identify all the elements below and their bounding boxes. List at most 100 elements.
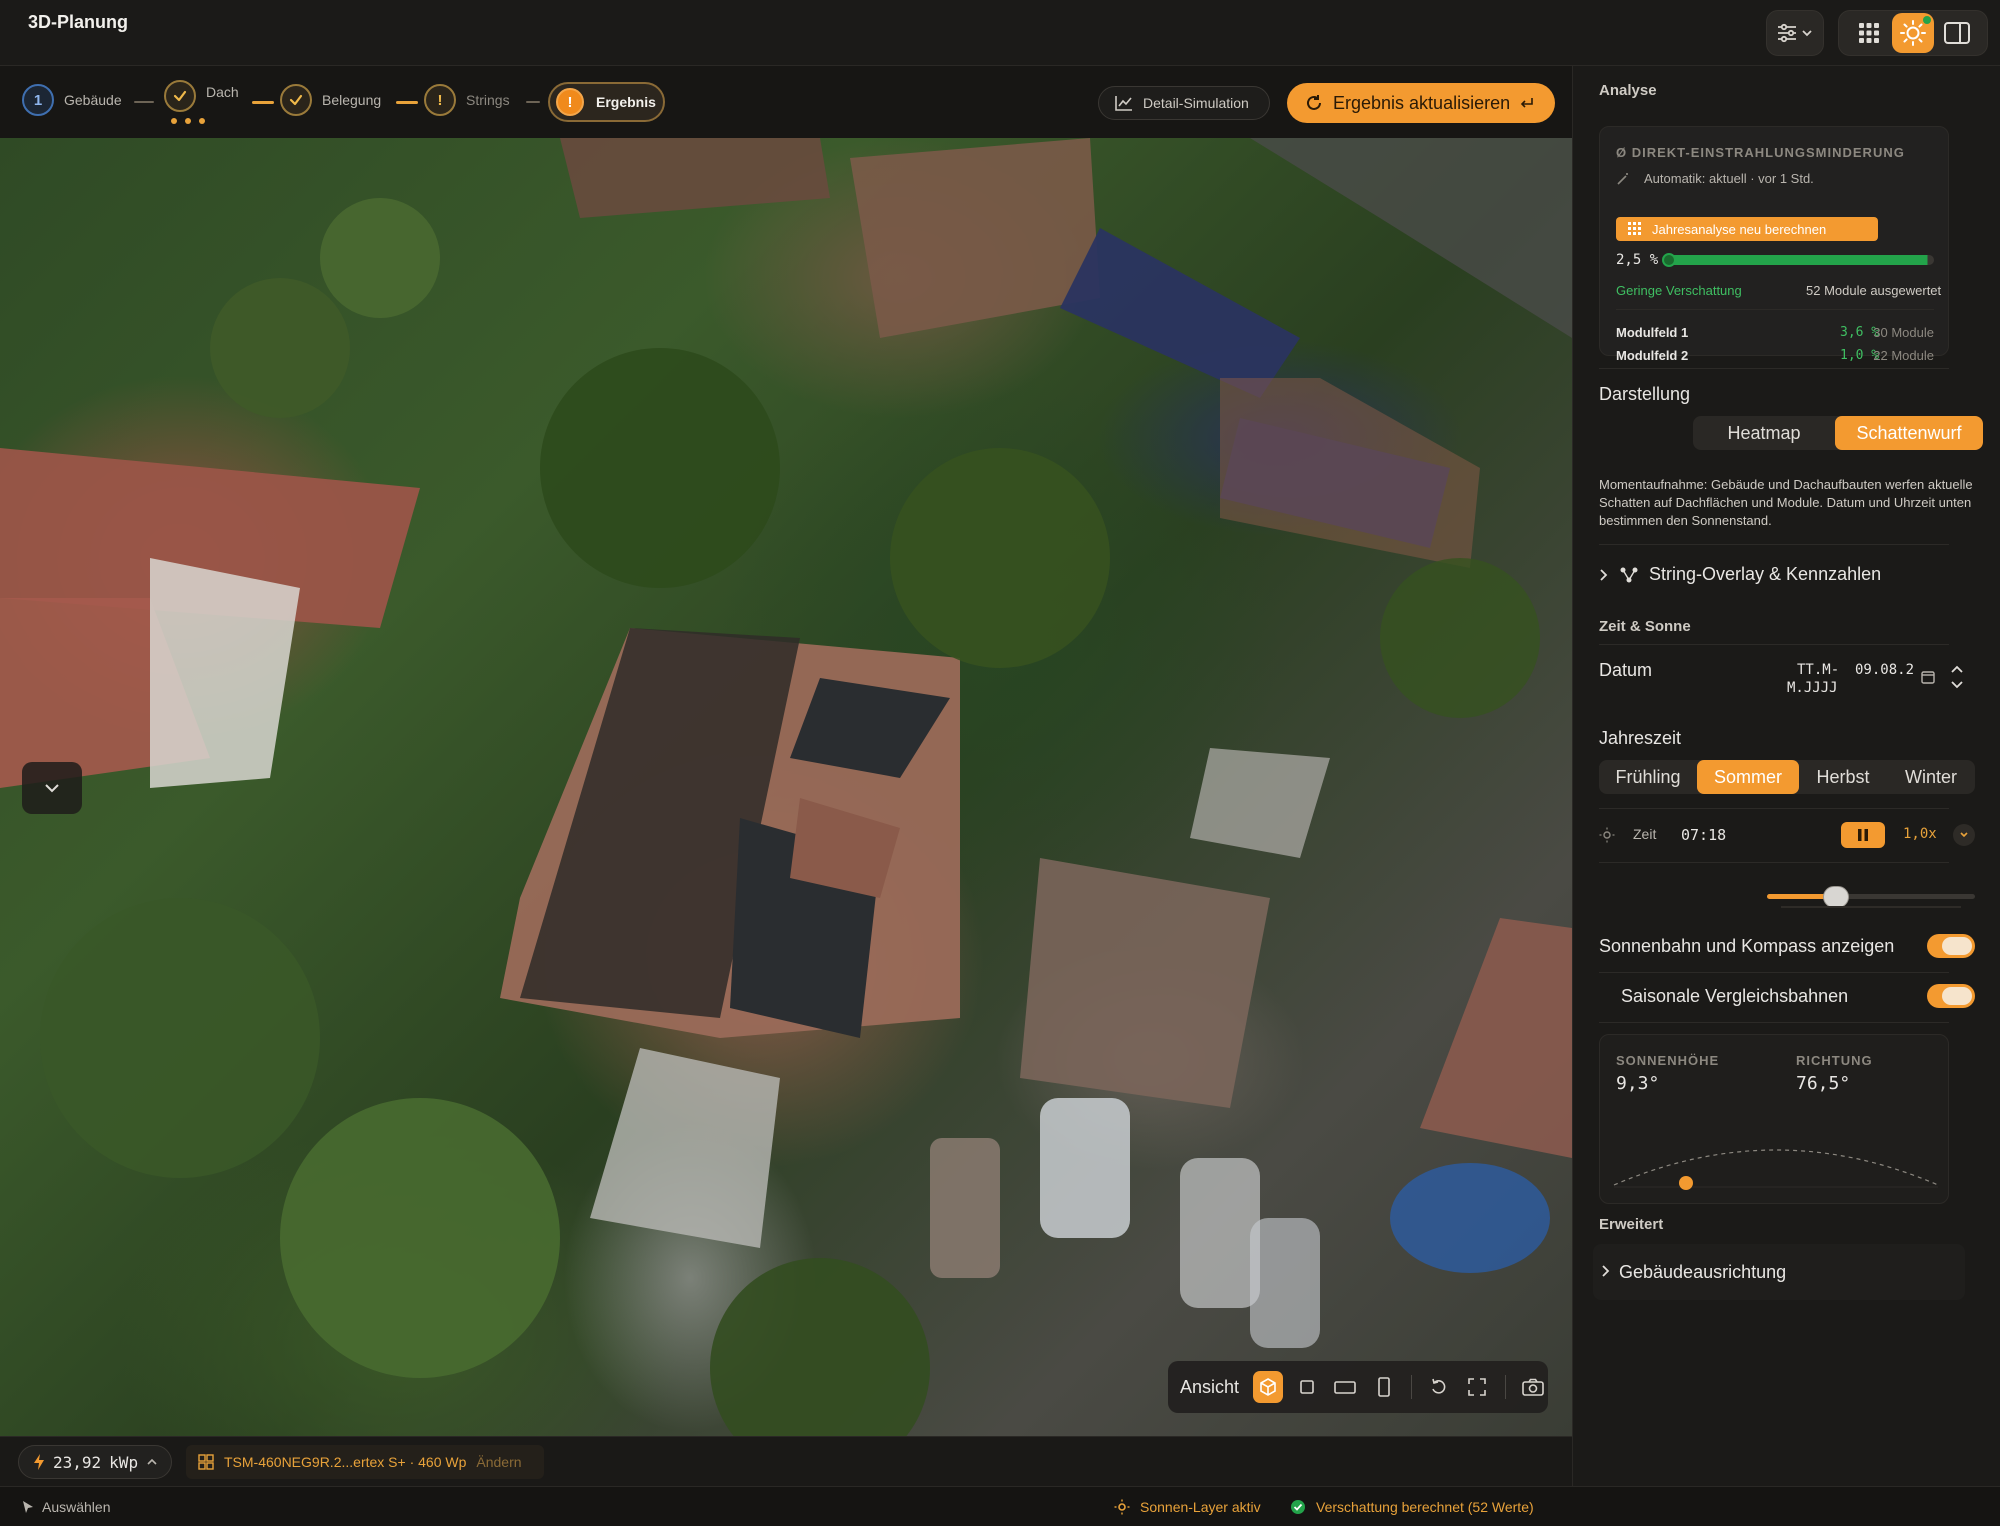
speed-dropdown[interactable]: [1953, 824, 1975, 846]
auto-status: Automatik: aktuell · vor 1 Std.: [1616, 171, 1814, 186]
time-row: Zeit 07:18 1,0x: [1599, 822, 1975, 848]
update-result-label: Ergebnis aktualisieren: [1333, 92, 1511, 113]
step-gebaeude[interactable]: 1 Gebäude: [22, 84, 122, 116]
seasonal-toggle[interactable]: [1927, 984, 1975, 1008]
step-ergebnis[interactable]: ! Ergebnis: [548, 82, 665, 122]
date-input[interactable]: TT.M- 09.08.2 M.JJJJ: [1773, 660, 1973, 700]
date-label: Datum: [1599, 660, 1653, 680]
step-label: Belegung: [322, 92, 382, 108]
view-toolbar-label: Ansicht: [1180, 1376, 1240, 1397]
sunpath-toggle[interactable]: [1927, 934, 1975, 958]
slider-thumb[interactable]: [1822, 886, 1849, 908]
screenshot-button[interactable]: [1518, 1371, 1548, 1403]
string-overlay-expander[interactable]: String-Overlay & Kennzahlen: [1599, 564, 1881, 585]
analyse-heading: Analyse: [1599, 82, 1657, 99]
select-tool[interactable]: Auswählen: [22, 1499, 111, 1515]
section-divider: [1599, 1022, 1949, 1023]
shading-status-text: Verschattung berechnet (52 Werte): [1316, 1499, 1534, 1515]
system-power-chip[interactable]: 23,92 kWp: [18, 1445, 172, 1479]
check-circle-icon: [1291, 1500, 1305, 1514]
section-divider: [1599, 972, 1949, 973]
rotate-icon: [1432, 1378, 1446, 1394]
status-bar: Auswählen Sonnen-Layer aktiv Verschattun…: [0, 1486, 2000, 1526]
season-sommer[interactable]: Sommer: [1697, 760, 1799, 794]
section-divider: [1599, 808, 1949, 809]
time-slider[interactable]: [1767, 876, 1975, 916]
sun-view-button[interactable]: [1892, 13, 1934, 53]
sun-position-marker: [1679, 1176, 1693, 1190]
sun-direction-label: RICHTUNG: [1796, 1053, 1873, 1068]
section-divider: [1599, 544, 1949, 545]
recalculate-annual-button[interactable]: Jahresanalyse neu berechnen: [1616, 217, 1878, 241]
fullscreen-button[interactable]: [1462, 1371, 1492, 1403]
date-placeholder-part2: M.JJJJ: [1787, 680, 1838, 696]
play-pause-button[interactable]: [1841, 822, 1885, 848]
auto-status-text: Automatik: aktuell · vor 1 Std.: [1644, 171, 1814, 186]
lightning-icon: [34, 1454, 44, 1470]
card-divider: [1616, 309, 1934, 310]
step-strings[interactable]: ! Strings: [424, 84, 510, 116]
display-mode-toggle: Heatmap Schattenwurf: [1693, 416, 1983, 450]
sun-small-icon: [1599, 827, 1615, 843]
warning-icon: !: [556, 88, 584, 116]
display-mode-heatmap[interactable]: Heatmap: [1693, 416, 1835, 450]
date-stepper-icon[interactable]: [1949, 662, 1965, 692]
playback-speed[interactable]: 1,0x: [1903, 826, 1937, 842]
sidebar-toggle-button[interactable]: [1934, 13, 1980, 53]
toolbar-divider: [1410, 1375, 1412, 1399]
module-field-count: 30 Module: [1873, 325, 1934, 340]
detail-simulation-button[interactable]: Detail-Simulation: [1098, 86, 1270, 120]
step-connector: [134, 101, 154, 103]
sun-arc-path: [1613, 1149, 1939, 1186]
cube-icon: [1260, 1378, 1277, 1396]
module-type-chip: TSM-460NEG9R.2...ertex S+ · 460 Wp Änder…: [186, 1445, 544, 1479]
view-3d-button[interactable]: [1253, 1371, 1284, 1403]
chevron-right-icon: [1602, 1265, 1610, 1277]
sun-position-card: SONNENHÖHE 9,3° RICHTUNG 76,5°: [1599, 1034, 1949, 1204]
step-number: 1: [22, 84, 54, 116]
sidebar-icon: [1944, 22, 1970, 44]
darstellung-heading: Darstellung: [1599, 384, 1691, 404]
module-field-row: Modulfeld 2 1,0 % 22 Module: [1616, 348, 1934, 364]
grid-view-button[interactable]: [1846, 13, 1892, 53]
module-field-count: 22 Module: [1873, 348, 1934, 363]
rotate-reset-button[interactable]: [1424, 1371, 1454, 1403]
seasonal-toggle-row: Saisonale Vergleichsbahnen: [1621, 982, 1975, 1012]
check-icon: [280, 84, 312, 116]
rectangle-wide-icon: [1334, 1381, 1356, 1394]
update-result-button[interactable]: Ergebnis aktualisieren: [1287, 83, 1555, 123]
season-fruehling[interactable]: Frühling: [1599, 760, 1697, 794]
3d-viewport[interactable]: [0, 138, 1572, 1436]
solar-array-top: [1060, 228, 1300, 398]
sun-icon: [1900, 20, 1926, 46]
season-selector: Frühling Sommer Herbst Winter: [1599, 760, 1975, 794]
sun-layer-text: Sonnen-Layer aktiv: [1140, 1499, 1261, 1515]
step-dach[interactable]: Dach: [164, 80, 239, 112]
step-connector: [526, 101, 540, 103]
irradiance-card: Ø DIREKT-EINSTRAHLUNGSMINDERUNG Automati…: [1599, 126, 1949, 363]
change-module-link[interactable]: Ändern: [476, 1454, 521, 1470]
settings-menu-button[interactable]: [1766, 10, 1824, 56]
reduction-value: 2,5 %: [1616, 252, 1659, 268]
step-progress-dots: [171, 118, 205, 124]
view-toggle-group: [1838, 10, 1988, 56]
viewport-collapse-button[interactable]: [22, 762, 82, 814]
step-label: Gebäude: [64, 92, 122, 108]
season-winter[interactable]: Winter: [1887, 760, 1975, 794]
building-orientation-expander[interactable]: Gebäudeausrichtung: [1593, 1244, 1965, 1300]
season-herbst[interactable]: Herbst: [1799, 760, 1887, 794]
system-info-bar: 23,92 kWp TSM-460NEG9R.2...ertex S+ · 46…: [0, 1436, 1572, 1486]
step-belegung[interactable]: Belegung: [280, 84, 381, 116]
chart-line-icon: [1115, 96, 1132, 111]
chevron-down-icon: [45, 784, 59, 793]
calendar-icon[interactable]: [1921, 670, 1935, 684]
section-divider: [1599, 368, 1949, 369]
view-top-button[interactable]: [1291, 1371, 1321, 1403]
module-field-name: Modulfeld 2: [1616, 348, 1689, 363]
view-side-button[interactable]: [1368, 1371, 1398, 1403]
view-front-button[interactable]: [1330, 1371, 1360, 1403]
seasonal-label: Saisonale Vergleichsbahnen: [1621, 986, 1849, 1006]
display-mode-schattenwurf[interactable]: Schattenwurf: [1835, 416, 1983, 450]
irradiance-heading: Ø DIREKT-EINSTRAHLUNGSMINDERUNG: [1616, 145, 1905, 160]
toolbar-divider: [1504, 1375, 1506, 1399]
